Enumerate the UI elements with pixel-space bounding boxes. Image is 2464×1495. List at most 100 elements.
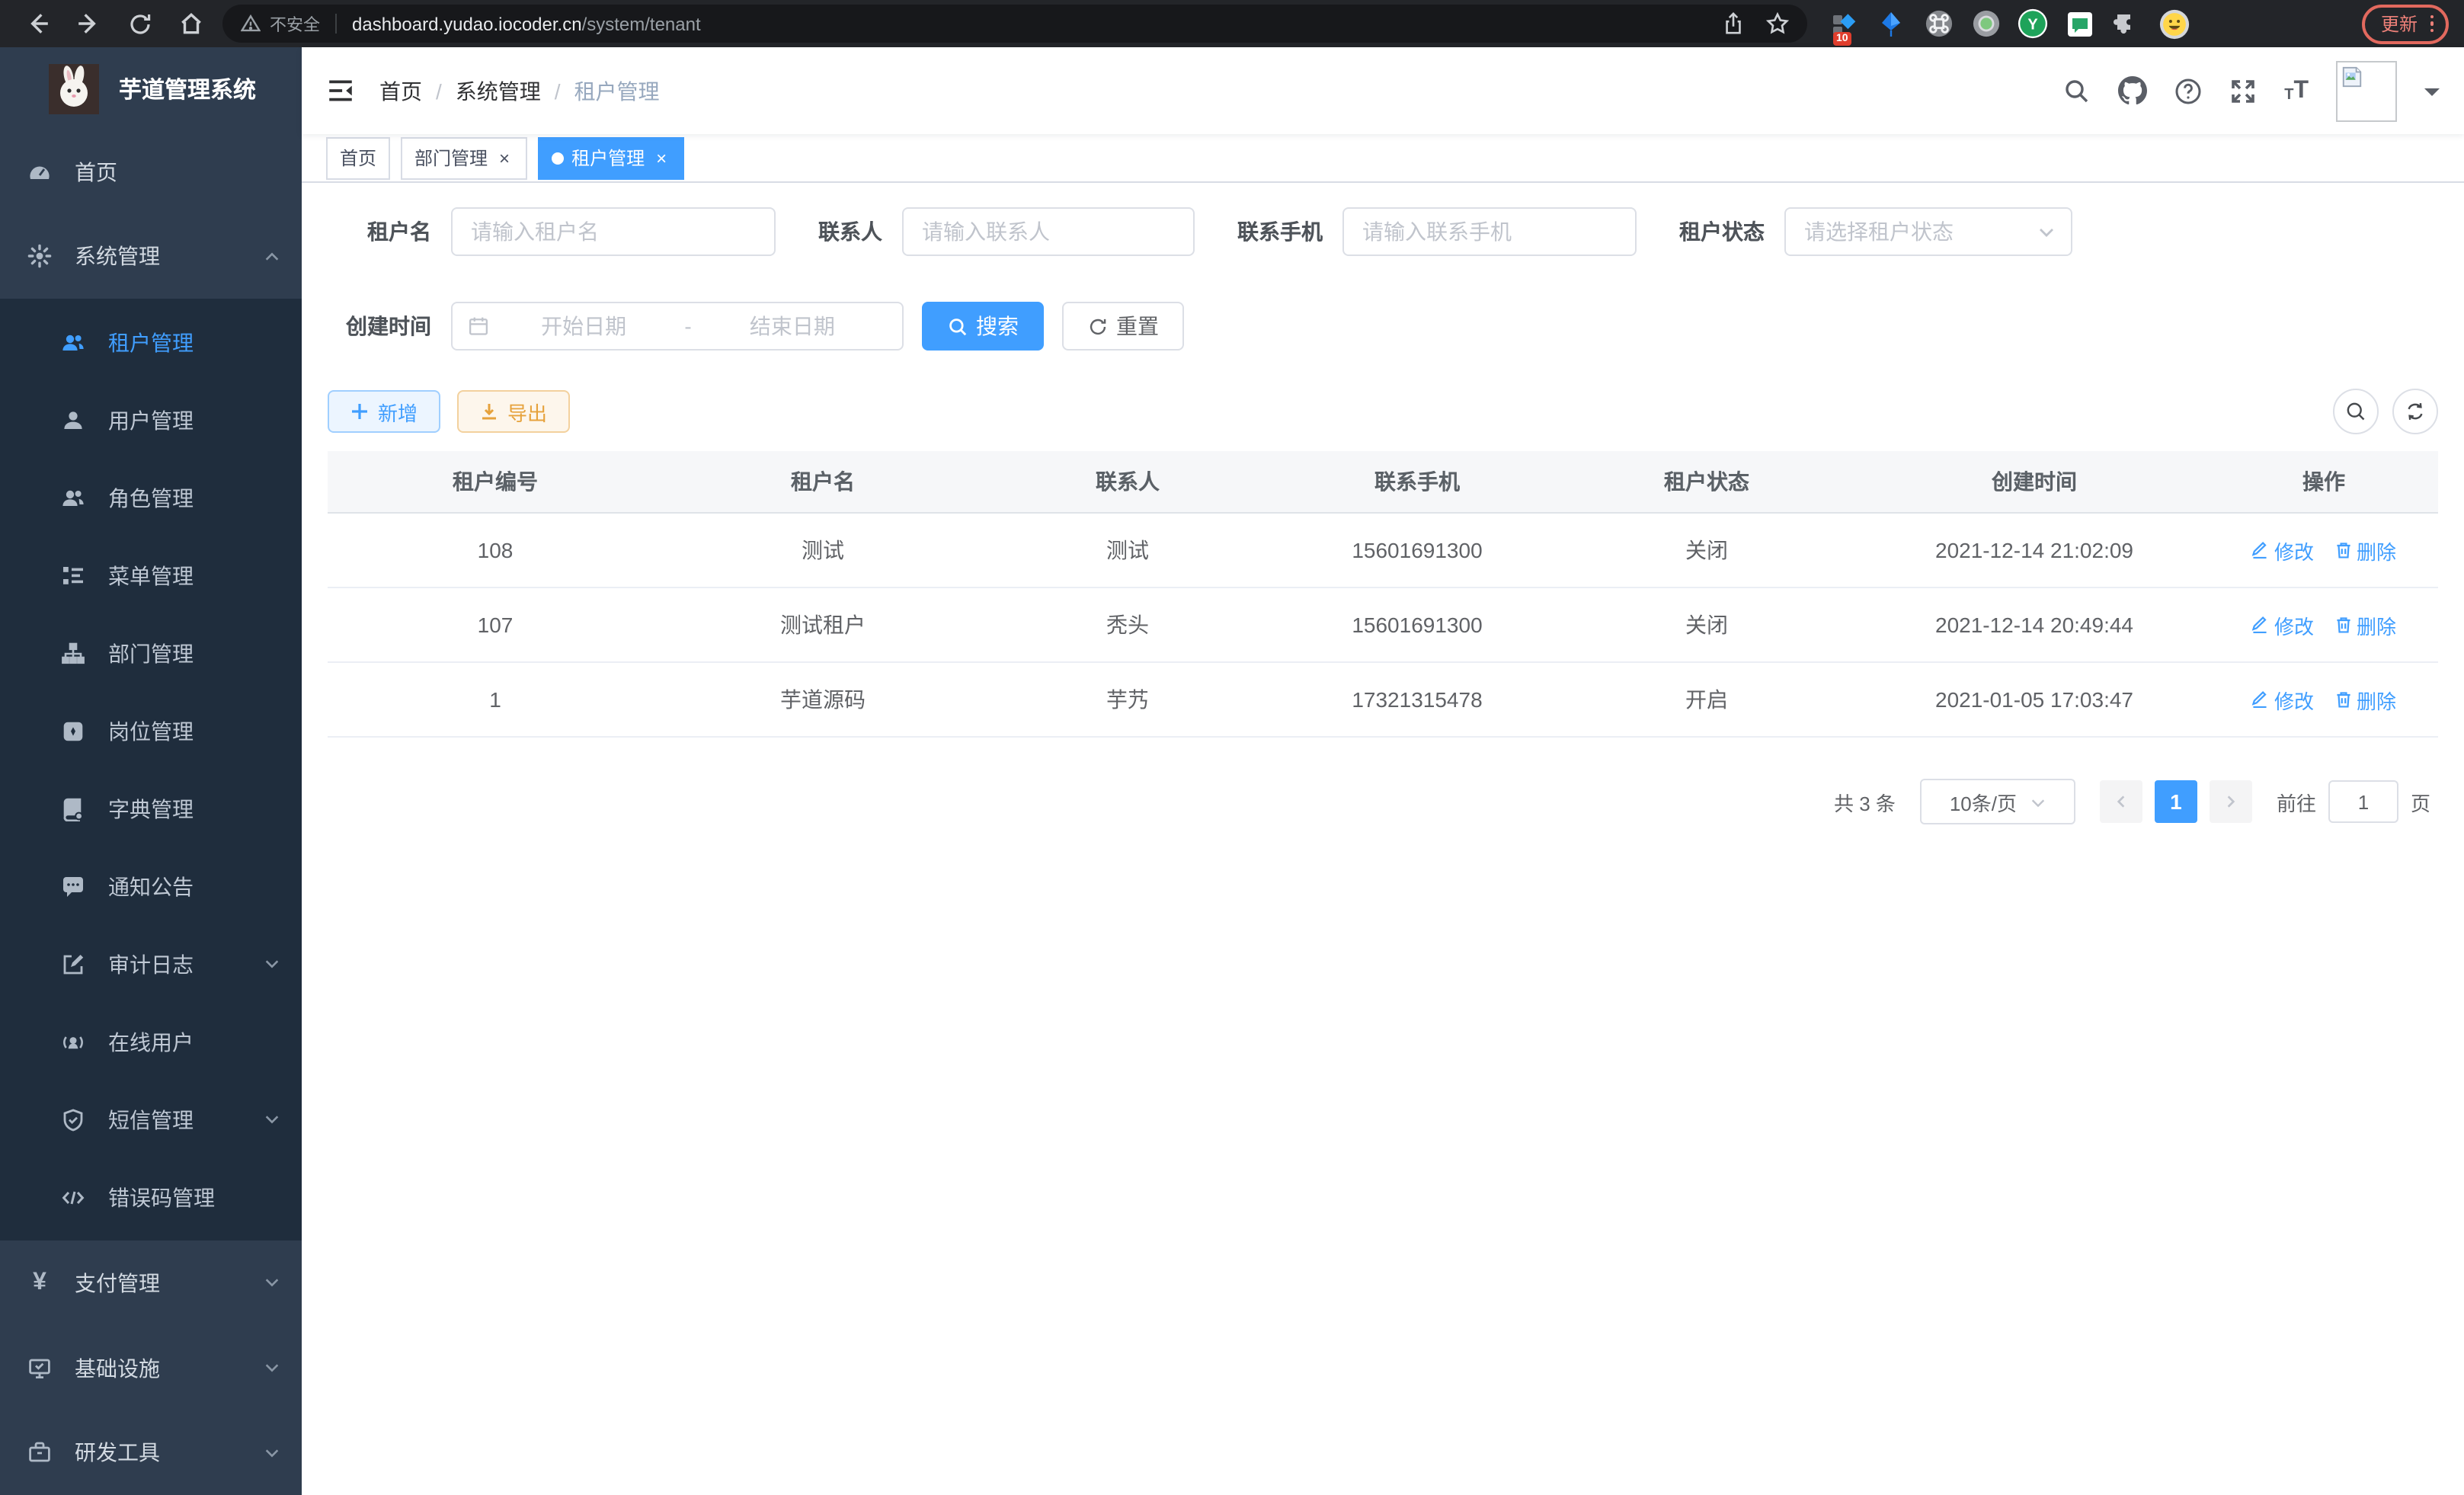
date-start-placeholder: 开始日期 (489, 311, 678, 341)
sidebar-item-label: 短信管理 (108, 1104, 264, 1135)
browser-menu-icon[interactable] (2425, 15, 2438, 33)
edit-link[interactable]: 修改 (2251, 685, 2314, 714)
reset-button[interactable]: 重置 (1062, 302, 1184, 351)
sidebar-item-system[interactable]: 系统管理 (0, 214, 302, 299)
app-logo[interactable]: 芋道管理系统 (0, 47, 302, 130)
active-dot (552, 152, 564, 164)
add-button[interactable]: 新增 (328, 390, 440, 433)
column-header-contact: 联系人 (983, 466, 1272, 497)
column-header-status: 租户状态 (1562, 466, 1851, 497)
cell-tenant-id: 108 (328, 538, 663, 562)
extension-icon-2[interactable] (1876, 8, 1906, 39)
sidebar-item-notice[interactable]: 通知公告 (0, 847, 302, 925)
extension-icon-5[interactable]: Y (2018, 8, 2048, 39)
table-row: 108 测试 测试 15601691300 关闭 2021-12-14 21:0… (328, 514, 2438, 588)
table-row: 1 芋道源码 芋艿 17321315478 开启 2021-01-05 17:0… (328, 663, 2438, 738)
goto-page-input[interactable] (2328, 780, 2398, 823)
sidebar-item-dict[interactable]: 字典管理 (0, 770, 302, 847)
sidebar-item-post[interactable]: 岗位管理 (0, 692, 302, 770)
page-number-button[interactable]: 1 (2155, 780, 2197, 823)
sidebar-item-label: 支付管理 (75, 1268, 264, 1298)
toggle-search-button[interactable] (2333, 389, 2379, 434)
tenant-name-input[interactable] (451, 207, 776, 256)
tab-tenant[interactable]: 租户管理 × (538, 136, 684, 179)
breadcrumb-home[interactable]: 首页 (379, 75, 422, 106)
sidebar-item-online-users[interactable]: 在线用户 (0, 1003, 302, 1080)
share-icon[interactable] (1722, 12, 1745, 35)
sidebar-item-error-code[interactable]: 错误码管理 (0, 1158, 302, 1236)
fullscreen-icon[interactable] (2229, 77, 2257, 104)
sidebar-item-dev-tools[interactable]: 研发工具 (0, 1410, 302, 1495)
sidebar-item-role[interactable]: 角色管理 (0, 459, 302, 536)
sidebar-item-payment[interactable]: ¥ 支付管理 (0, 1240, 302, 1325)
add-button-label: 新增 (378, 397, 418, 426)
create-time-range-picker[interactable]: 开始日期 - 结束日期 (451, 302, 904, 351)
id-badge-icon (61, 719, 85, 743)
tab-home[interactable]: 首页 (326, 136, 390, 179)
status-select-placeholder: 请选择租户状态 (1804, 216, 2037, 247)
cell-tenant-name: 测试 (663, 535, 983, 565)
avatar[interactable] (2336, 60, 2397, 121)
dictionary-book-icon (61, 796, 85, 821)
sidebar-item-dept[interactable]: 部门管理 (0, 614, 302, 692)
edit-link[interactable]: 修改 (2251, 536, 2314, 565)
github-icon[interactable] (2118, 76, 2147, 105)
address-bar[interactable]: 不安全 dashboard.yudao.iocoder.cn/system/te… (222, 5, 1807, 43)
delete-link[interactable]: 删除 (2334, 536, 2396, 565)
extension-icon-1[interactable]: 10 (1829, 8, 1859, 39)
status-select[interactable]: 请选择租户状态 (1784, 207, 2072, 256)
browser-update-button[interactable]: 更新 (2363, 4, 2449, 43)
delete-link[interactable]: 删除 (2334, 685, 2396, 714)
prev-page-button[interactable] (2100, 780, 2142, 823)
cell-contact: 芋艿 (983, 684, 1272, 715)
sidebar-item-label: 系统管理 (75, 242, 264, 272)
sidebar-item-tenant[interactable]: 租户管理 (0, 303, 302, 381)
broken-image-icon (2341, 65, 2363, 88)
sidebar-collapse-icon[interactable] (326, 76, 355, 105)
sidebar-item-user[interactable]: 用户管理 (0, 381, 302, 459)
chevron-down-icon (264, 1444, 280, 1461)
refresh-table-button[interactable] (2392, 389, 2438, 434)
browser-reload-icon[interactable] (128, 11, 152, 36)
breadcrumb-system[interactable]: 系统管理 (456, 75, 541, 106)
mobile-input[interactable] (1342, 207, 1637, 256)
sidebar-item-sms[interactable]: 短信管理 (0, 1080, 302, 1158)
tab-dept[interactable]: 部门管理 × (401, 136, 527, 179)
bookmark-star-icon[interactable] (1766, 12, 1789, 35)
extensions-puzzle-icon[interactable] (2112, 8, 2142, 39)
close-icon[interactable]: × (652, 147, 670, 168)
extension-icon-4[interactable] (1970, 8, 2001, 39)
sidebar-item-label: 审计日志 (108, 949, 264, 979)
font-size-icon[interactable]: TT (2284, 78, 2309, 103)
avatar-dropdown-caret-icon[interactable] (2424, 88, 2440, 103)
edit-link[interactable]: 修改 (2251, 610, 2314, 639)
sidebar-item-menu[interactable]: 菜单管理 (0, 536, 302, 614)
close-icon[interactable]: × (495, 147, 514, 168)
browser-back-icon[interactable] (24, 11, 50, 37)
browser-forward-icon[interactable] (76, 11, 102, 37)
delete-link[interactable]: 删除 (2334, 610, 2396, 639)
profile-avatar-icon[interactable] (2159, 8, 2190, 39)
sidebar-item-infrastructure[interactable]: 基础设施 (0, 1326, 302, 1410)
column-header-id: 租户编号 (328, 466, 663, 497)
browser-home-icon[interactable] (178, 11, 204, 37)
extension-icon-3[interactable] (1923, 8, 1954, 39)
search-button[interactable]: 搜索 (922, 302, 1044, 351)
url-text: dashboard.yudao.iocoder.cn/system/tenant (352, 13, 1722, 34)
comment-dots-icon (61, 874, 85, 898)
sidebar-item-audit-log[interactable]: 审计日志 (0, 925, 302, 1003)
sidebar-item-home[interactable]: 首页 (0, 130, 302, 214)
sidebar-submenu: 租户管理 用户管理 角色管理 菜单管理 部门管理 (0, 299, 302, 1240)
contact-input[interactable] (902, 207, 1195, 256)
menu-tree-icon (61, 563, 85, 587)
extension-icon-6[interactable] (2065, 8, 2095, 39)
sidebar-item-label: 部门管理 (108, 638, 280, 668)
search-icon[interactable] (2063, 77, 2091, 104)
page-size-select[interactable]: 10条/页 (1920, 779, 2075, 824)
sidebar-item-label: 菜单管理 (108, 560, 280, 591)
export-button[interactable]: 导出 (457, 390, 570, 433)
help-icon[interactable] (2174, 77, 2202, 104)
chevron-down-icon (264, 1359, 280, 1376)
next-page-button[interactable] (2210, 780, 2252, 823)
cell-status: 开启 (1562, 684, 1851, 715)
